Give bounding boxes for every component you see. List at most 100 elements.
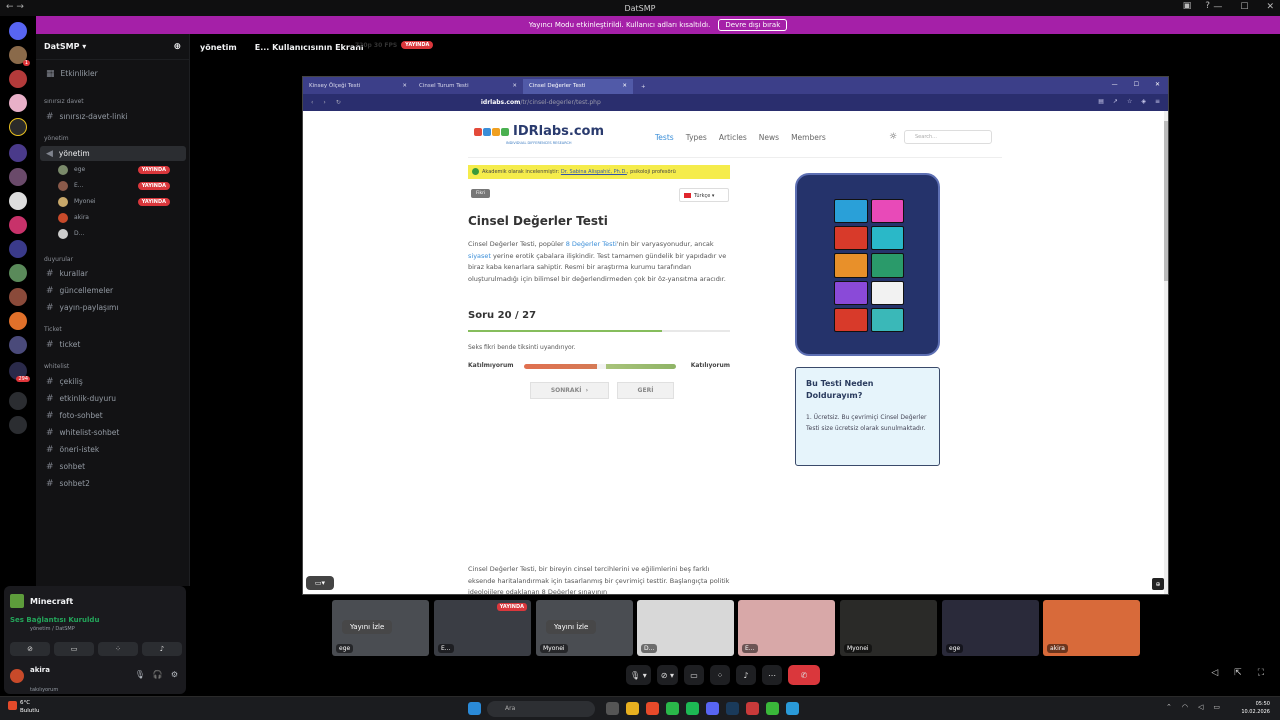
url-text[interactable]: idrlabs.com/tr/cinsel-degerler/test.php bbox=[481, 99, 601, 106]
category-whitelist[interactable]: whitelist bbox=[44, 363, 69, 370]
soundboard-button[interactable]: ♪ bbox=[142, 642, 182, 656]
voice-user[interactable]: akira bbox=[58, 210, 186, 225]
category-invite[interactable]: sınırsız davet bbox=[44, 98, 84, 105]
task-view-icon[interactable] bbox=[606, 702, 619, 715]
server-icon[interactable] bbox=[9, 94, 27, 112]
channel-item[interactable]: # whitelist-sohbet bbox=[40, 425, 186, 440]
steam-icon[interactable] bbox=[726, 702, 739, 715]
close-button[interactable]: ✕ bbox=[1266, 2, 1274, 12]
wifi-icon[interactable]: ◠ bbox=[1182, 703, 1188, 711]
close-icon[interactable]: ✕ bbox=[512, 83, 517, 89]
category-ticket[interactable]: Ticket bbox=[44, 326, 62, 333]
next-button[interactable]: SONRAKİ › bbox=[530, 382, 609, 399]
server-icon[interactable] bbox=[9, 264, 27, 282]
participant-tile[interactable]: D... bbox=[637, 600, 734, 656]
channel-item[interactable]: # güncellemeler bbox=[40, 283, 186, 298]
weather-widget[interactable]: 6°C Bulutlu bbox=[7, 699, 39, 715]
participant-tile[interactable]: YAYINDA E... bbox=[434, 600, 531, 656]
close-icon[interactable]: ✕ bbox=[402, 83, 407, 89]
chat-toggle-icon[interactable]: ▭▾ bbox=[306, 576, 334, 590]
mic-icon[interactable]: 🎙 bbox=[135, 670, 145, 679]
server-icon[interactable] bbox=[9, 240, 27, 258]
voice-user[interactable]: E... YAYINDA bbox=[58, 178, 186, 193]
voice-channel-admin[interactable]: ◀ yönetim bbox=[40, 146, 186, 161]
maximize-button[interactable]: ☐ bbox=[1240, 2, 1248, 12]
link-8values[interactable]: 8 Değerler Testi bbox=[566, 240, 617, 248]
speaker-icon[interactable]: ◁ bbox=[1198, 703, 1203, 711]
zoom-icon[interactable]: ⊕ bbox=[1152, 578, 1164, 590]
channel-item[interactable]: # etkinlik-duyuru bbox=[40, 391, 186, 406]
nav-articles[interactable]: Articles bbox=[719, 133, 747, 142]
nav-members[interactable]: Members bbox=[791, 133, 826, 142]
server-icon[interactable] bbox=[9, 70, 27, 88]
channel-item[interactable]: # foto-sohbet bbox=[40, 408, 186, 423]
server-icon[interactable] bbox=[9, 144, 27, 162]
battery-icon[interactable]: ▭ bbox=[1213, 703, 1220, 711]
activity-row[interactable]: Minecraft bbox=[10, 590, 182, 612]
file-explorer-icon[interactable] bbox=[626, 702, 639, 715]
category-admin[interactable]: yönetim bbox=[44, 135, 69, 142]
channel-item[interactable]: # öneri-istek bbox=[40, 442, 186, 457]
current-user[interactable]: akira takılıyorum 🎙 🎧 ⚙ bbox=[10, 664, 182, 693]
taskbar-search[interactable]: Ara bbox=[487, 701, 595, 717]
volume-icon[interactable]: ◁ bbox=[1211, 668, 1218, 678]
minecraft-icon[interactable] bbox=[766, 702, 779, 715]
back-button[interactable]: GERİ bbox=[617, 382, 674, 399]
browser-tab[interactable]: Kinsey Ölçeği Testi ✕ bbox=[303, 79, 413, 94]
maximize-button[interactable]: ☐ bbox=[1134, 81, 1139, 88]
disconnect-button[interactable]: ✆ bbox=[787, 665, 820, 685]
channel-item[interactable]: # ticket bbox=[40, 337, 186, 352]
server-icon[interactable]: 294 bbox=[9, 362, 30, 382]
more-button[interactable]: ⋯ bbox=[761, 665, 782, 685]
server-icon[interactable] bbox=[9, 216, 27, 234]
shield-icon[interactable]: ◈ bbox=[1141, 98, 1146, 105]
participant-tile[interactable]: E... bbox=[738, 600, 835, 656]
answer-slider[interactable] bbox=[524, 364, 676, 369]
browser-tab-active[interactable]: Cinsel Değerler Testi ✕ bbox=[523, 79, 633, 94]
voice-user[interactable]: Myonei YAYINDA bbox=[58, 194, 186, 209]
camera-off-button[interactable]: ⊘ bbox=[10, 642, 50, 656]
app-icon[interactable] bbox=[746, 702, 759, 715]
server-header[interactable]: DatSMP ▾ ⊕ bbox=[36, 34, 189, 60]
events-item[interactable]: ▦ Etkinlikler bbox=[40, 66, 186, 81]
forward-icon[interactable]: › bbox=[323, 99, 325, 106]
clock[interactable]: 05:50 10.02.2026 bbox=[1241, 700, 1270, 716]
theme-toggle-icon[interactable]: ☼ bbox=[889, 132, 897, 142]
site-search-input[interactable]: Search... bbox=[904, 130, 992, 144]
site-logo[interactable]: IDRlabs.com INDIVIDUAL DIFFERENCES RESEA… bbox=[474, 124, 604, 145]
participant-tile[interactable]: ege bbox=[942, 600, 1039, 656]
whatsapp-icon[interactable] bbox=[666, 702, 679, 715]
participant-tile[interactable]: Myonei bbox=[840, 600, 937, 656]
back-icon[interactable]: ‹ bbox=[311, 99, 313, 106]
soundboard-button[interactable]: ♪ bbox=[735, 665, 756, 685]
popout-icon[interactable]: ⇱ bbox=[1234, 668, 1242, 678]
channel-item[interactable]: # kurallar bbox=[40, 266, 186, 281]
watch-stream-button[interactable]: Yayını İzle bbox=[342, 620, 393, 634]
new-tab-icon[interactable]: + bbox=[633, 80, 654, 94]
minimize-button[interactable]: — bbox=[1213, 2, 1222, 12]
page-scrollbar[interactable] bbox=[1164, 111, 1168, 594]
category-announcements[interactable]: duyurular bbox=[44, 256, 73, 263]
menu-icon[interactable]: ≡ bbox=[1155, 98, 1160, 105]
fullscreen-icon[interactable]: ⛶ bbox=[1258, 668, 1264, 678]
browser-tab[interactable]: Cinsel Turum Testi ✕ bbox=[413, 79, 523, 94]
chevron-up-icon[interactable]: ⌃ bbox=[1166, 703, 1172, 711]
gear-icon[interactable]: ⚙ bbox=[171, 670, 178, 679]
inbox-icon[interactable]: ▣ bbox=[1183, 1, 1192, 11]
direct-messages-icon[interactable] bbox=[9, 22, 27, 40]
server-icon[interactable] bbox=[9, 336, 27, 354]
headset-icon[interactable]: 🎧 bbox=[153, 670, 163, 679]
channel-item[interactable]: # sohbet bbox=[40, 459, 186, 474]
disable-streamer-mode-button[interactable]: Devre dışı bırak bbox=[718, 19, 788, 31]
language-select[interactable]: Türkçe ▾ bbox=[679, 188, 729, 202]
minimize-button[interactable]: — bbox=[1112, 81, 1118, 88]
bookmark-icon[interactable]: ☆ bbox=[1127, 98, 1132, 105]
channel-item[interactable]: # çekiliş bbox=[40, 374, 186, 389]
close-icon[interactable]: ✕ bbox=[622, 83, 627, 89]
category-badge[interactable]: Fikri bbox=[471, 189, 491, 198]
share-icon[interactable]: ↗ bbox=[1113, 98, 1118, 105]
participant-tile[interactable]: Yayını İzle ege bbox=[332, 600, 429, 656]
activities-button[interactable]: ⁘ bbox=[709, 665, 730, 685]
discord-icon[interactable] bbox=[706, 702, 719, 715]
screen-share-button[interactable]: ▭ bbox=[54, 642, 94, 656]
